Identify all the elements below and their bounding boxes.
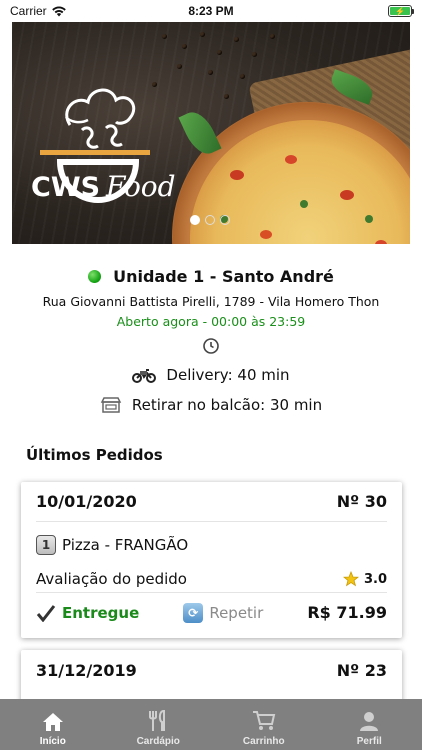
carousel-dot[interactable] xyxy=(220,215,230,225)
store-name: Unidade 1 - Santo André xyxy=(113,266,334,286)
tab-bar: Início Cardápio Carrinho Perfil xyxy=(0,699,422,750)
tab-carrinho[interactable]: Carrinho xyxy=(211,699,317,750)
cart-icon xyxy=(252,711,275,730)
delivery-time: Delivery: 40 min xyxy=(166,366,290,384)
tab-label: Início xyxy=(39,736,66,747)
pickup-time: Retirar no balcão: 30 min xyxy=(131,396,323,414)
carrier-label: Carrier xyxy=(10,4,47,18)
online-status-icon xyxy=(88,269,102,283)
rating-label: Avaliação do pedido xyxy=(36,570,187,588)
checkmark-icon xyxy=(36,604,56,622)
tab-perfil[interactable]: Perfil xyxy=(317,699,422,750)
cutlery-icon xyxy=(149,710,166,731)
carousel-dot[interactable] xyxy=(190,215,200,225)
order-header: 31/12/2019 Nº 23 xyxy=(36,650,387,690)
repeat-order-button[interactable]: ⟳ Repetir xyxy=(183,602,264,623)
store-address: Rua Giovanni Battista Pirelli, 1789 - Vi… xyxy=(42,294,380,309)
tab-inicio[interactable]: Início xyxy=(0,699,106,750)
tab-cardapio[interactable]: Cardápio xyxy=(106,699,212,750)
order-status: Entregue xyxy=(36,604,139,622)
hero-banner[interactable]: CWS Food xyxy=(12,22,410,244)
carousel-indicator[interactable] xyxy=(190,215,230,225)
motorcycle-icon xyxy=(132,369,157,383)
order-status-label: Entregue xyxy=(62,603,140,622)
quantity-badge: 1 xyxy=(36,535,56,555)
battery-icon: ⚡ xyxy=(388,5,414,17)
carrier-signal: Carrier xyxy=(10,4,67,18)
order-price: R$ 71.99 xyxy=(307,603,387,622)
tab-label: Cardápio xyxy=(136,736,180,747)
opening-hours: Aberto agora - 00:00 às 23:59 xyxy=(116,314,306,329)
order-footer: Entregue ⟳ Repetir R$ 71.99 xyxy=(36,592,387,632)
order-rating-row[interactable]: Avaliação do pedido 3.0 xyxy=(36,568,387,590)
brand-logo-text: CWS Food xyxy=(31,170,176,203)
order-number: Nº 23 xyxy=(336,660,387,680)
battery-charging-icon: ⚡ xyxy=(390,7,410,16)
recent-orders-title: Últimos Pedidos xyxy=(26,446,163,464)
clock-icon xyxy=(203,338,219,354)
repeat-label: Repetir xyxy=(209,603,264,622)
star-icon xyxy=(342,571,359,587)
rating-value: 3.0 xyxy=(363,571,387,587)
order-date: 10/01/2020 xyxy=(36,492,137,511)
order-item-name: Pizza - FRANGÃO xyxy=(62,536,189,554)
store-name-row[interactable]: Unidade 1 - Santo André xyxy=(0,262,422,290)
order-date: 31/12/2019 xyxy=(36,660,137,680)
user-icon xyxy=(360,712,379,731)
store-info: Unidade 1 - Santo André Rua Giovanni Bat… xyxy=(0,262,422,417)
tab-label: Carrinho xyxy=(242,736,285,747)
wifi-icon xyxy=(51,6,66,17)
tab-label: Perfil xyxy=(356,736,382,747)
status-bar: Carrier 8:23 PM ⚡ xyxy=(0,0,422,22)
store-counter-icon xyxy=(100,397,122,413)
order-number: Nº 30 xyxy=(336,492,387,511)
order-item: 1 Pizza - FRANGÃO xyxy=(36,522,387,568)
delivery-time-row: Delivery: 40 min xyxy=(0,363,422,387)
home-icon xyxy=(42,713,63,731)
repeat-icon: ⟳ xyxy=(183,602,204,623)
order-header: 10/01/2020 Nº 30 xyxy=(36,482,387,522)
order-card[interactable]: 10/01/2020 Nº 30 1 Pizza - FRANGÃO Avali… xyxy=(21,482,402,638)
carousel-dot[interactable] xyxy=(205,215,215,225)
chef-bowl-logo xyxy=(40,88,150,203)
pickup-time-row: Retirar no balcão: 30 min xyxy=(0,393,422,417)
